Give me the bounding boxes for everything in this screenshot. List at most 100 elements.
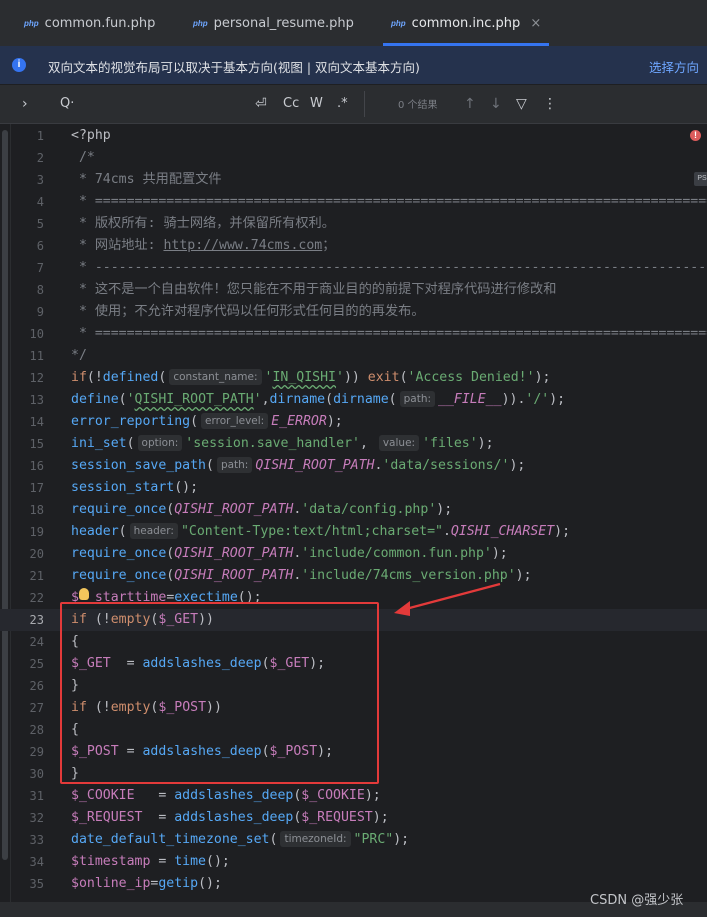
line-number[interactable]: 16 [10, 455, 44, 477]
line-number[interactable]: 4 [10, 191, 44, 213]
line-number[interactable]: 14 [10, 411, 44, 433]
line-code[interactable]: require_once(QISHI_ROOT_PATH.'include/co… [71, 543, 508, 565]
line-number[interactable]: 13 [10, 389, 44, 411]
match-case-button[interactable]: Cc [283, 95, 299, 113]
line-number[interactable]: 28 [10, 719, 44, 741]
more-options-icon[interactable]: ⋮ [543, 95, 557, 113]
filter-icon[interactable]: ▽ [516, 95, 527, 113]
code-line[interactable]: 19 header(header: "Content-Type:text/html;… [0, 521, 707, 543]
code-line[interactable]: 34 $timestamp = time(); [0, 851, 707, 873]
line-code[interactable]: * ======================================… [71, 323, 707, 345]
search-icon[interactable]: Q· [60, 95, 74, 113]
line-number[interactable]: 22 [10, 587, 44, 609]
line-number[interactable]: 31 [10, 785, 44, 807]
line-number[interactable]: 19 [10, 521, 44, 543]
line-number[interactable]: 32 [10, 807, 44, 829]
code-editor[interactable]: 1 <?php 2 /* 3 * 74cms 共用配置文件 4 * ==========… [0, 124, 707, 917]
line-number[interactable]: 30 [10, 763, 44, 785]
line-number[interactable]: 2 [10, 147, 44, 169]
regex-button[interactable]: .* [337, 95, 348, 113]
line-code[interactable]: $online_ip=getip(); [71, 873, 222, 895]
code-line[interactable]: 22 $ starttime=exectime(); [0, 587, 707, 609]
line-number[interactable]: 29 [10, 741, 44, 763]
line-number[interactable]: 18 [10, 499, 44, 521]
code-line[interactable]: 5 * 版权所有: 骑士网络，并保留所有权利。 [0, 213, 707, 235]
line-code[interactable]: * --------------------------------------… [71, 257, 707, 279]
line-code[interactable]: * 74cms 共用配置文件 [71, 169, 222, 191]
code-line[interactable]: 6 * 网站地址: http://www.74cms.com； [0, 235, 707, 257]
line-code[interactable]: $timestamp = time(); [71, 851, 230, 873]
code-line[interactable]: 3 * 74cms 共用配置文件 [0, 169, 707, 191]
code-line[interactable]: 17 session_start(); [0, 477, 707, 499]
code-line[interactable]: 25 $_GET = addslashes_deep($_GET); [0, 653, 707, 675]
line-number[interactable]: 15 [10, 433, 44, 455]
expand-replace-icon[interactable]: › [22, 95, 28, 113]
code-line[interactable]: 21 require_once(QISHI_ROOT_PATH.'include/… [0, 565, 707, 587]
code-line[interactable]: 27 if (!empty($_POST)) [0, 697, 707, 719]
code-line[interactable]: 1 <?php [0, 125, 707, 147]
tab-common-fun[interactable]: php common.fun.php [24, 0, 155, 46]
line-number[interactable]: 17 [10, 477, 44, 499]
line-number[interactable]: 25 [10, 653, 44, 675]
line-number[interactable]: 10 [10, 323, 44, 345]
line-number[interactable]: 21 [10, 565, 44, 587]
line-code[interactable]: * 这不是一个自由软件！您只能在不用于商业目的的前提下对程序代码进行修改和 [71, 279, 556, 301]
line-number[interactable]: 33 [10, 829, 44, 851]
line-code[interactable]: session_start(); [71, 477, 198, 499]
line-code[interactable]: date_default_timezone_set(timezoneId: "PR… [71, 829, 409, 851]
line-code[interactable]: * 使用；不允许对程序代码以任何形式任何目的的再发布。 [71, 301, 425, 323]
line-code[interactable]: * 版权所有: 骑士网络，并保留所有权利。 [71, 213, 335, 235]
code-line[interactable]: 14 error_reporting(error_level: E_ERROR); [0, 411, 707, 433]
line-number[interactable]: 5 [10, 213, 44, 235]
line-number[interactable]: 26 [10, 675, 44, 697]
line-code[interactable]: * 网站地址: http://www.74cms.com； [71, 235, 336, 257]
line-code[interactable]: */ [71, 345, 87, 367]
code-line[interactable]: 24 { [0, 631, 707, 653]
line-number[interactable]: 12 [10, 367, 44, 389]
line-code[interactable]: <?php [71, 125, 111, 147]
line-code[interactable]: $_GET = addslashes_deep($_GET); [71, 653, 325, 675]
line-number[interactable]: 8 [10, 279, 44, 301]
line-code[interactable]: error_reporting(error_level: E_ERROR); [71, 411, 343, 433]
code-line[interactable]: 29 $_POST = addslashes_deep($_POST); [0, 741, 707, 763]
line-code[interactable]: * ======================================… [71, 191, 707, 213]
line-number[interactable]: 34 [10, 851, 44, 873]
code-line[interactable]: 16 session_save_path(path: QISHI_ROOT_PATH… [0, 455, 707, 477]
code-line[interactable]: 12 if(!defined(constant_name: 'IN_QISHI'))… [0, 367, 707, 389]
line-code[interactable]: /* [71, 147, 95, 169]
line-number[interactable]: 23 [10, 609, 44, 631]
line-code[interactable]: } [71, 763, 79, 785]
line-number[interactable]: 20 [10, 543, 44, 565]
code-line[interactable]: 9 * 使用；不允许对程序代码以任何形式任何目的的再发布。 [0, 301, 707, 323]
lightbulb-icon[interactable] [79, 588, 89, 600]
code-line[interactable]: 7 * ------------------------------------… [0, 257, 707, 279]
line-code[interactable]: $_REQUEST = addslashes_deep($_REQUEST); [71, 807, 389, 829]
line-code[interactable]: define('QISHI_ROOT_PATH',dirname(dirname… [71, 389, 565, 411]
code-line[interactable]: 30} [0, 763, 707, 785]
line-code[interactable]: { [71, 631, 79, 653]
line-number[interactable]: 9 [10, 301, 44, 323]
code-line[interactable]: 13 define('QISHI_ROOT_PATH',dirname(dirna… [0, 389, 707, 411]
line-number[interactable]: 35 [10, 873, 44, 895]
next-occurrence-icon[interactable]: ↓ [490, 95, 502, 113]
line-code[interactable]: require_once(QISHI_ROOT_PATH.'include/74… [71, 565, 532, 587]
line-code[interactable]: if (!empty($_GET)) [71, 609, 214, 631]
line-code[interactable]: $ starttime=exectime(); [71, 587, 262, 609]
line-code[interactable]: if(!defined(constant_name: 'IN_QISHI')) e… [71, 367, 550, 389]
code-line[interactable]: 23 if (!empty($_GET)) [0, 609, 707, 631]
line-code[interactable]: if (!empty($_POST)) [71, 697, 222, 719]
code-line[interactable]: 32 $_REQUEST = addslashes_deep($_REQUEST)… [0, 807, 707, 829]
tab-common-inc[interactable]: php common.inc.php × [382, 0, 550, 46]
code-line[interactable]: 31 $_COOKIE = addslashes_deep($_COOKIE); [0, 785, 707, 807]
code-line[interactable]: 4 * ====================================… [0, 191, 707, 213]
line-code[interactable]: $_POST = addslashes_deep($_POST); [71, 741, 333, 763]
line-code[interactable]: } [71, 675, 79, 697]
code-line[interactable]: 8 * 这不是一个自由软件！您只能在不用于商业目的的前提下对程序代码进行修改和 [0, 279, 707, 301]
code-line[interactable]: 33 date_default_timezone_set(timezoneId: "… [0, 829, 707, 851]
tab-personal-resume[interactable]: php personal_resume.php [193, 0, 354, 46]
line-code[interactable]: { [71, 719, 79, 741]
code-line[interactable]: 2 /* [0, 147, 707, 169]
choose-direction-link[interactable]: 选择方向 [649, 57, 699, 76]
line-number[interactable]: 11 [10, 345, 44, 367]
code-line[interactable]: 18 require_once(QISHI_ROOT_PATH.'data/con… [0, 499, 707, 521]
